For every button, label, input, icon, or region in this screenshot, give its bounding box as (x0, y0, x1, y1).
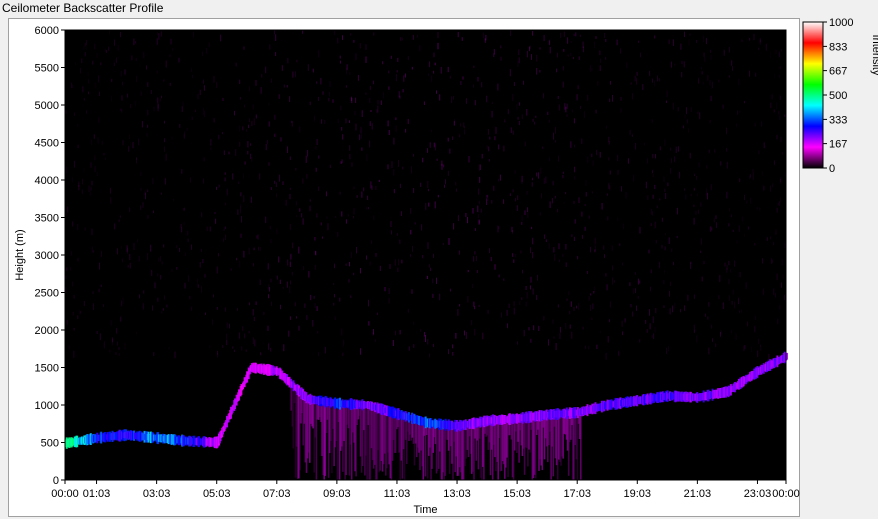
y-tick-label: 500 (41, 438, 59, 450)
colorbar-label: Intensity (870, 35, 878, 76)
x-tick-label: 17:03 (563, 488, 591, 500)
window-title: Ceilometer Backscatter Profile (2, 1, 164, 15)
colorbar-tick-label: 667 (829, 66, 847, 78)
y-tick-label: 2000 (35, 325, 59, 337)
x-tick-label: 15:03 (503, 488, 531, 500)
y-tick-label: 2500 (35, 288, 59, 300)
x-axis-label: Time (413, 504, 437, 516)
x-tick-label: 00:00 (51, 488, 79, 500)
x-tick-label: 05:03 (203, 488, 231, 500)
y-tick-label: 1000 (35, 400, 59, 412)
x-tick-label: 07:03 (263, 488, 291, 500)
colorbar-tick-label: 0 (829, 163, 835, 175)
y-tick-label: 3500 (35, 213, 59, 225)
colorbar-tick-label: 1000 (829, 17, 853, 29)
x-tick-label: 01:03 (83, 488, 111, 500)
plot-area[interactable] (65, 30, 786, 480)
x-tick-label: 11:03 (384, 488, 411, 500)
x-tick-label: 00:00 (772, 488, 800, 500)
y-axis: 0 500 1000 1500 2000 2500 3000 3500 4000 4500 5000… (35, 25, 65, 487)
x-axis: 00:00 01:03 03:03 05:03 07:03 09:03 11:03 13:03… (51, 480, 800, 500)
x-tick-label: 03:03 (143, 488, 171, 500)
colorbar-tick-label: 333 (829, 114, 847, 126)
colorbar-tick-label: 500 (829, 90, 847, 102)
x-tick-label: 13:03 (443, 488, 471, 500)
y-tick-label: 4500 (35, 138, 59, 150)
chart-panel: 0 500 1000 1500 2000 2500 3000 3500 4000 4500 5000… (8, 17, 878, 517)
y-tick-label: 0 (53, 475, 59, 487)
y-tick-label: 3000 (35, 250, 59, 262)
x-tick-label: 21:03 (684, 488, 712, 500)
colorbar-tick-label: 833 (829, 41, 847, 53)
colorbar-tick-label: 167 (829, 139, 847, 151)
y-tick-label: 5500 (35, 63, 59, 75)
backscatter-chart: 0500100015002000250030003500400045005000… (14, 17, 878, 516)
y-tick-label: 5000 (35, 100, 59, 112)
colorbar (802, 21, 824, 169)
x-tick-label: 23:03 (744, 488, 772, 500)
y-axis-label: Height (m) (14, 229, 26, 280)
y-tick-label: 6000 (35, 25, 59, 37)
x-tick-label: 09:03 (323, 488, 351, 500)
x-tick-label: 19:03 (624, 488, 652, 500)
y-tick-label: 1500 (35, 363, 59, 375)
colorbar-ticks: 0 167 333 500 667 833 1000 (823, 17, 853, 175)
y-tick-label: 4000 (35, 175, 59, 187)
